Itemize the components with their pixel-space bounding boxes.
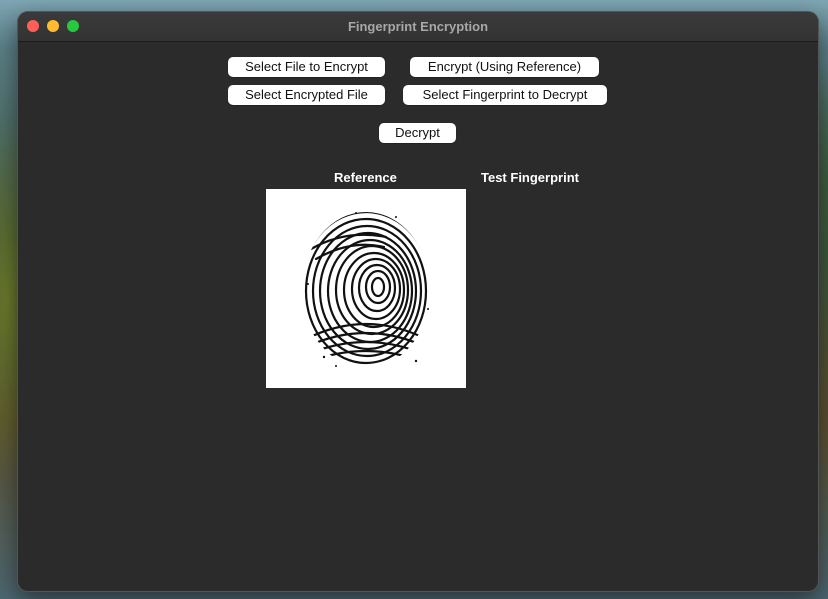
window-title: Fingerprint Encryption	[347, 19, 489, 34]
select-encrypted-file-button[interactable]: Select Encrypted File	[228, 85, 385, 105]
select-file-to-encrypt-button[interactable]: Select File to Encrypt	[228, 57, 385, 77]
encrypt-button[interactable]: Encrypt (Using Reference)	[410, 57, 599, 77]
reference-label: Reference	[334, 170, 397, 185]
test-fingerprint-label: Test Fingerprint	[481, 170, 579, 185]
fingerprint-graphic	[302, 212, 430, 368]
select-fingerprint-to-decrypt-button[interactable]: Select Fingerprint to Decrypt	[403, 85, 607, 105]
reference-fingerprint-image	[266, 189, 466, 388]
title-bar[interactable]: Fingerprint Encryption	[18, 12, 818, 42]
decrypt-button[interactable]: Decrypt	[379, 123, 456, 143]
app-window: Fingerprint Encryption Select File to En…	[18, 12, 818, 591]
